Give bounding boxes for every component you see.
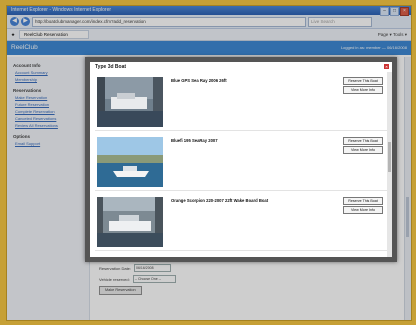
boat-selection-modal: Type 3d Boat × Blue GPS Sea Ray 2006 26f… [85, 57, 397, 262]
view-info-button[interactable]: View More Info [343, 146, 383, 154]
modal-scrollbar-thumb[interactable] [388, 142, 391, 172]
modal-title: Type 3d Boat [95, 64, 127, 70]
boat-item: Orange Scorpion 220-2007 22ft Wake Board… [95, 194, 387, 251]
boat-name: Orange Scorpion 220-2007 22ft Wake Board… [171, 198, 269, 203]
boat-item: Blue GPS Sea Ray 2006 26ft Reserve This … [95, 74, 387, 131]
boat-photo [97, 77, 163, 127]
modal-header: Type 3d Boat × [90, 62, 392, 72]
boat-name: Bluefi 195 SeaRay 2007 [171, 138, 218, 143]
boat-name: Blue GPS Sea Ray 2006 26ft [171, 78, 227, 83]
reserve-boat-button[interactable]: Reserve This Boat [343, 197, 383, 205]
boat-photo [97, 137, 163, 187]
view-info-button[interactable]: View More Info [343, 206, 383, 214]
modal-scrollbar[interactable] [387, 72, 392, 257]
view-info-button[interactable]: View More Info [343, 86, 383, 94]
boat-item: Bluefi 195 SeaRay 2007 Reserve This Boat… [95, 134, 387, 191]
boat-photo [97, 197, 163, 247]
reserve-boat-button[interactable]: Reserve This Boat [343, 137, 383, 145]
reserve-boat-button[interactable]: Reserve This Boat [343, 77, 383, 85]
modal-close-icon[interactable]: × [384, 64, 389, 69]
modal-body: Blue GPS Sea Ray 2006 26ft Reserve This … [90, 72, 392, 257]
